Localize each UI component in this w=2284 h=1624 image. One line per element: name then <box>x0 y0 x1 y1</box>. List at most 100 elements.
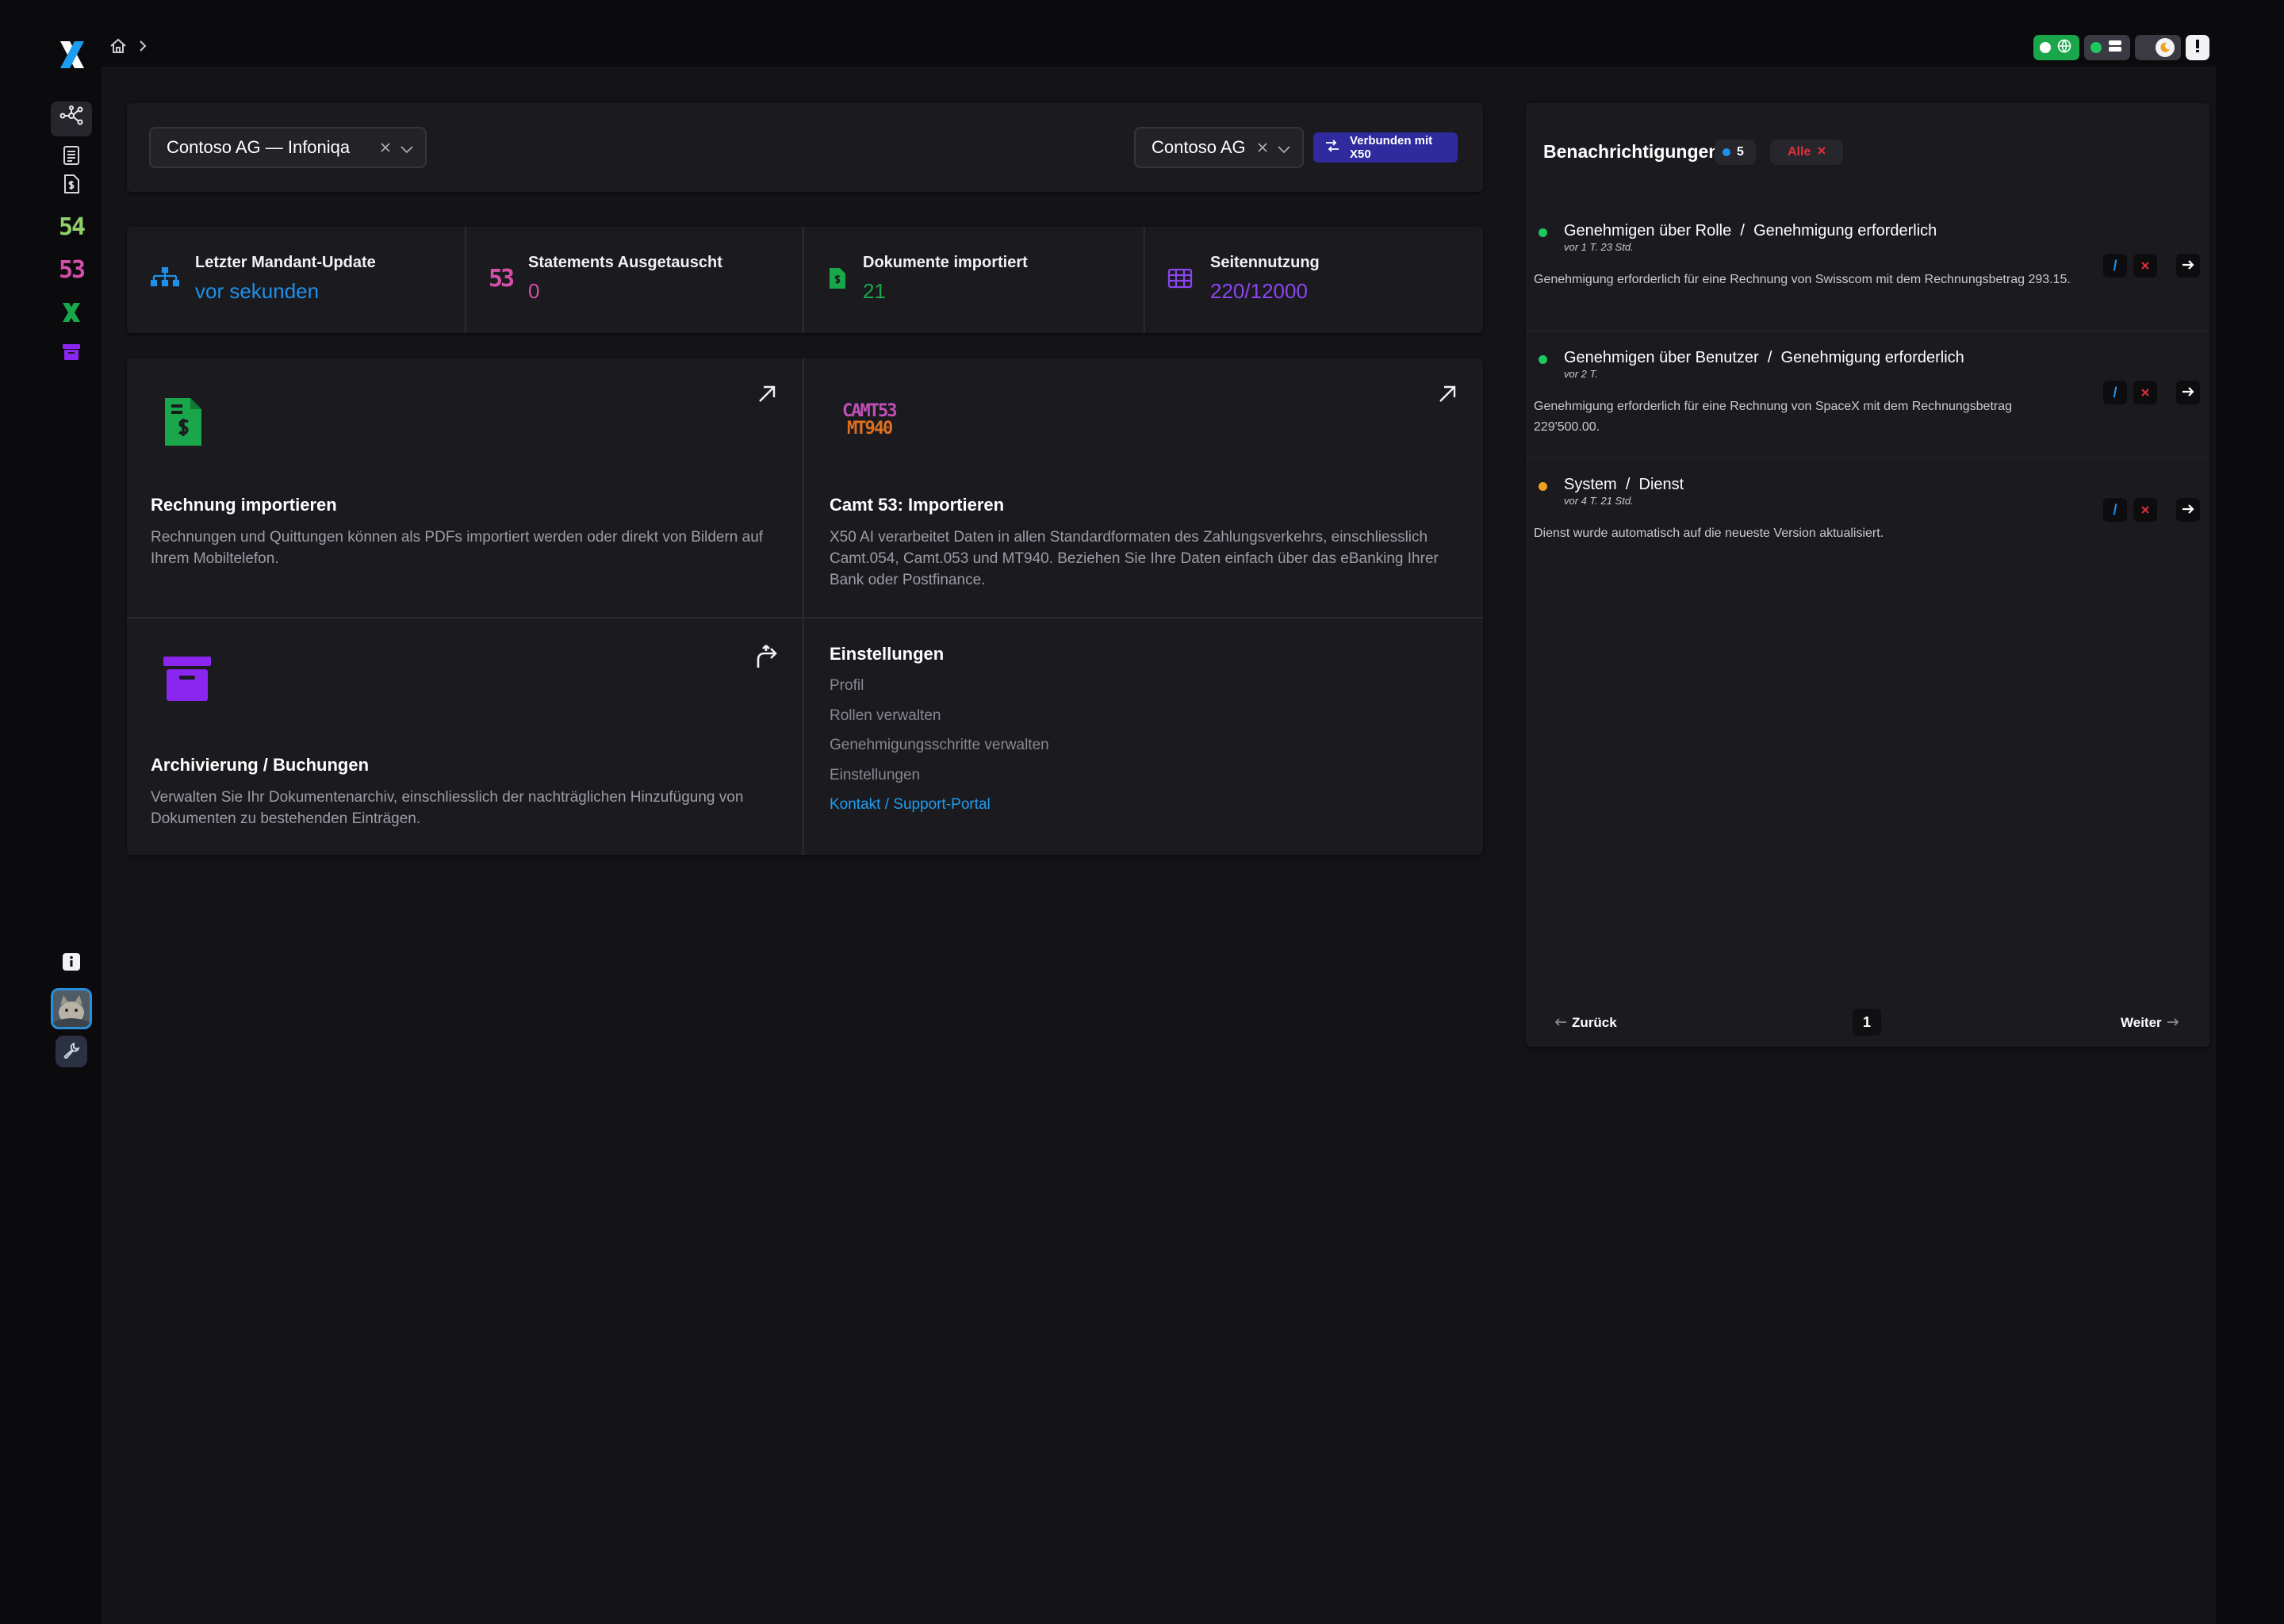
notification-body: Genehmigung erforderlich für eine Rechnu… <box>1534 273 2071 286</box>
edit-button[interactable]: / <box>2103 254 2127 278</box>
arrow-right-icon <box>2182 502 2194 519</box>
notification-body: Dienst wurde automatisch auf die neueste… <box>1534 527 1884 540</box>
document-dollar-icon <box>828 266 847 294</box>
sidebar: 54 53 <box>0 0 102 1624</box>
invoice-icon <box>162 395 205 453</box>
prev-label: Zurück <box>1572 1015 1617 1030</box>
chevron-down-icon[interactable] <box>400 140 414 160</box>
dismiss-button[interactable] <box>2133 498 2157 522</box>
divider <box>465 227 466 333</box>
notifications-title: Benachrichtigungen <box>1543 141 1720 162</box>
server-icon <box>2108 39 2122 57</box>
notification-time: vor 2 T. <box>1564 368 1598 380</box>
dismiss-button[interactable] <box>2133 381 2157 404</box>
sidebar-item-camt54[interactable]: 54 <box>51 209 92 244</box>
arrow-right-icon <box>2182 258 2194 274</box>
invoice-import-card[interactable]: Rechnung importieren Rechnungen und Quit… <box>127 358 803 617</box>
close-icon[interactable] <box>1817 145 1826 159</box>
stat-label: Seitennutzung <box>1210 254 1320 271</box>
sidebar-item-workflow[interactable] <box>51 102 92 136</box>
header-panel: Contoso AG — Infoniqa Contoso AG Verbund… <box>127 103 1483 192</box>
dismiss-button[interactable] <box>2133 254 2157 278</box>
arrow-up-right-icon[interactable] <box>757 384 777 408</box>
settings-link-support[interactable]: Kontakt / Support-Portal <box>830 796 991 814</box>
open-button[interactable] <box>2176 381 2200 404</box>
avatar[interactable] <box>51 988 92 1029</box>
prev-page-button[interactable]: Zurück <box>1554 1015 1617 1031</box>
table-icon <box>1167 268 1193 293</box>
tenant-select[interactable]: Contoso AG — Infoniqa <box>149 127 427 168</box>
notification-heading: System / Dienst <box>1564 476 1684 493</box>
stat-value: 220/12000 <box>1210 279 1308 303</box>
arrow-right-icon <box>2167 1015 2179 1031</box>
top-toggles <box>2033 35 2209 60</box>
settings-link-approval-steps[interactable]: Genehmigungsschritte verwalten <box>830 737 1049 754</box>
close-icon <box>2140 385 2150 401</box>
sidebar-item-info[interactable] <box>51 947 92 982</box>
divider <box>1526 457 2209 458</box>
divider <box>1526 330 2209 331</box>
home-icon[interactable] <box>109 38 127 58</box>
filter-badge[interactable]: Alle <box>1770 140 1843 165</box>
open-button[interactable] <box>2176 254 2200 278</box>
x50-icon <box>63 303 80 322</box>
settings-link-roles[interactable]: Rollen verwalten <box>830 707 941 725</box>
divider <box>803 227 804 333</box>
camt-logo: CAMT53 MT940 <box>842 401 897 439</box>
globe-icon <box>2057 39 2071 57</box>
connected-button[interactable]: Verbunden mit X50 <box>1313 132 1458 163</box>
clear-icon[interactable] <box>379 138 392 159</box>
company-select[interactable]: Contoso AG <box>1134 127 1304 168</box>
sidebar-item-archive[interactable] <box>51 336 92 371</box>
page-number[interactable]: 1 <box>1853 1009 1881 1036</box>
network-icon <box>59 105 83 132</box>
open-button[interactable] <box>2176 498 2200 522</box>
sidebar-item-settings[interactable] <box>56 1036 87 1067</box>
topbar <box>102 0 2216 68</box>
arrow-left-icon <box>1554 1015 1567 1031</box>
camt53-icon: 53 <box>489 265 515 293</box>
notification-time: vor 4 T. 21 Std. <box>1564 495 1634 507</box>
theme-toggle[interactable] <box>2135 35 2181 60</box>
card-description: Rechnungen und Quittungen können als PDF… <box>151 529 764 567</box>
settings-link-profile[interactable]: Profil <box>830 677 864 695</box>
notification-count: 5 <box>1737 145 1744 159</box>
next-label: Weiter <box>2121 1015 2162 1030</box>
arrow-up-right-icon[interactable] <box>1437 384 1458 408</box>
card-title: Camt 53: Importieren <box>830 495 1005 515</box>
sidebar-item-x50[interactable] <box>51 295 92 330</box>
card-title: Einstellungen <box>830 644 945 664</box>
share-arrow-icon[interactable] <box>753 644 779 673</box>
notification-time: vor 1 T. 23 Std. <box>1564 241 1634 253</box>
card-description: X50 AI verarbeitet Daten in allen Standa… <box>830 529 1439 588</box>
sitemap-icon <box>150 266 180 293</box>
filter-label: Alle <box>1788 145 1811 159</box>
moon-icon <box>2156 38 2175 57</box>
status-online-toggle[interactable] <box>2033 35 2079 60</box>
status-dot <box>1539 228 1547 237</box>
divider <box>1144 227 1145 333</box>
next-page-button[interactable]: Weiter <box>2121 1015 2179 1031</box>
camt-import-card[interactable]: CAMT53 MT940 Camt 53: Importieren X50 AI… <box>804 358 1483 617</box>
close-icon <box>2140 258 2150 274</box>
clear-icon[interactable] <box>1256 138 1269 159</box>
sidebar-item-camt53[interactable]: 53 <box>51 252 92 287</box>
chevron-right-icon <box>138 40 148 56</box>
edit-button[interactable]: / <box>2103 498 2127 522</box>
status-dot <box>1539 355 1547 364</box>
slash-icon: / <box>2113 501 2117 518</box>
edit-button[interactable]: / <box>2103 381 2127 404</box>
slash-icon: / <box>2113 384 2117 400</box>
slash-icon: / <box>2113 257 2117 274</box>
notification-heading: Genehmigen über Rolle / Genehmigung erfo… <box>1564 222 1937 239</box>
chevron-down-icon[interactable] <box>1277 140 1291 160</box>
alert-toggle[interactable] <box>2186 35 2209 60</box>
server-toggle[interactable] <box>2084 35 2130 60</box>
receipt-icon <box>63 145 80 172</box>
archive-card[interactable]: Archivierung / Buchungen Verwalten Sie I… <box>127 619 803 855</box>
tenant-select-value: Contoso AG — Infoniqa <box>167 137 351 157</box>
stat-label: Letzter Mandant-Update <box>195 254 376 271</box>
x50-logo[interactable] <box>57 38 87 71</box>
settings-link-settings[interactable]: Einstellungen <box>830 767 920 784</box>
sidebar-item-documents[interactable] <box>51 170 92 205</box>
